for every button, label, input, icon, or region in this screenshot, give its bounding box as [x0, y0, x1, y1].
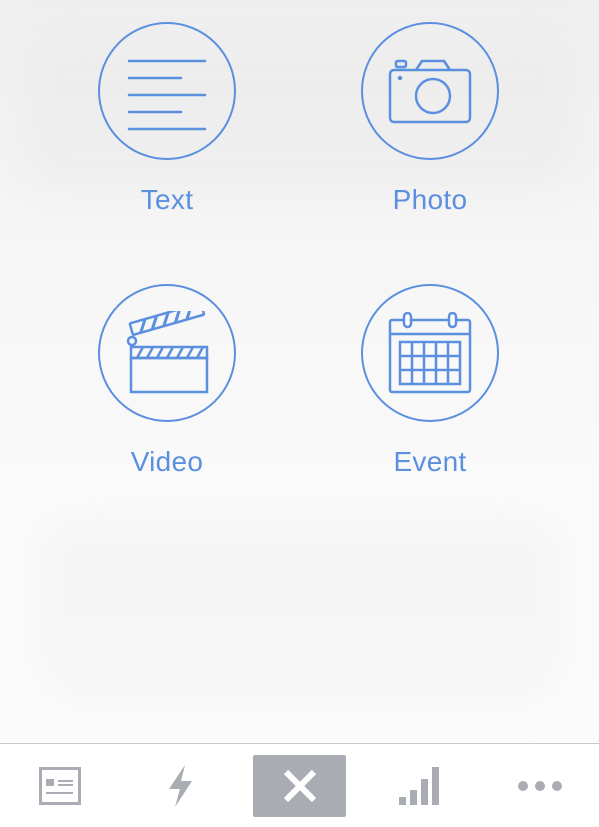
tab-bar	[0, 743, 599, 827]
tab-stats[interactable]	[380, 744, 460, 827]
signal-bars-icon	[399, 767, 439, 805]
option-event[interactable]: Event	[330, 284, 530, 478]
option-photo[interactable]: Photo	[330, 22, 530, 216]
option-video-circle	[98, 284, 236, 422]
option-text[interactable]: Text	[67, 22, 267, 216]
tab-close[interactable]	[253, 755, 346, 817]
text-lines-icon	[127, 59, 207, 131]
calendar-icon	[388, 312, 472, 394]
dashboard-card-icon	[39, 767, 81, 805]
close-x-icon	[283, 769, 316, 803]
option-text-label: Text	[140, 184, 194, 215]
compose-options-grid: Text Photo Video Event	[0, 0, 599, 743]
option-text-circle	[98, 22, 236, 160]
option-photo-circle	[361, 22, 499, 160]
option-video[interactable]: Video	[67, 284, 267, 478]
lightning-icon	[169, 765, 192, 807]
tab-more[interactable]	[500, 744, 580, 827]
more-dots-icon	[518, 781, 562, 791]
option-photo-label: Photo	[392, 184, 468, 215]
tab-dashboard[interactable]	[20, 744, 100, 827]
camera-icon	[388, 59, 472, 124]
option-video-label: Video	[130, 446, 204, 477]
option-event-circle	[361, 284, 499, 422]
tab-activity[interactable]	[140, 744, 220, 827]
clapperboard-icon	[126, 311, 209, 394]
option-event-label: Event	[393, 446, 467, 477]
